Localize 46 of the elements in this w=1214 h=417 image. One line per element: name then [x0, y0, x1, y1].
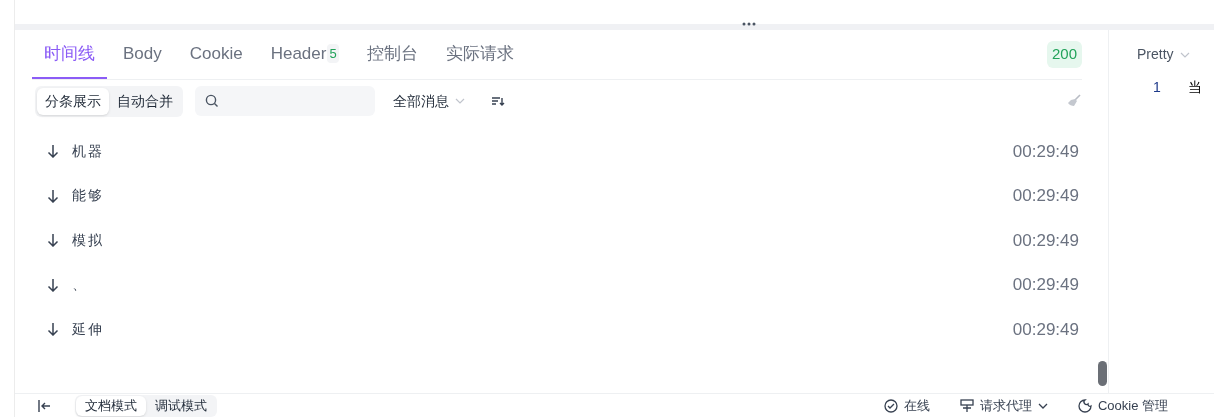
message-time: 00:29:49	[1012, 318, 1079, 341]
message-time: 00:29:49	[1012, 274, 1079, 296]
arrow-down-icon	[47, 188, 59, 203]
resize-handle-icon[interactable]	[742, 22, 756, 26]
mode-tab[interactable]: 文档模式	[76, 395, 146, 416]
cookie-button[interactable]: Cookie 管理	[1077, 395, 1168, 416]
message-time: 00:29:49	[1012, 185, 1079, 207]
tab[interactable]: Body	[111, 30, 174, 79]
message-text: 、	[72, 275, 88, 295]
message-text: 模拟	[72, 230, 104, 250]
tab[interactable]: 实际请求	[433, 30, 526, 79]
chevron-down-icon	[1179, 51, 1190, 58]
online-button[interactable]: 在线	[883, 395, 930, 416]
status-code-badge: 200	[1046, 41, 1082, 68]
line-number: 1	[1153, 78, 1162, 97]
server-icon	[959, 398, 974, 413]
filter-dropdown[interactable]: 全部消息	[393, 90, 465, 112]
check-circle-icon	[883, 398, 898, 413]
search-icon	[205, 94, 219, 108]
mode-tab[interactable]: 自动合并	[109, 87, 181, 115]
code-text: 当	[1188, 78, 1202, 97]
chevron-down-icon	[455, 98, 465, 104]
chevron-down-icon	[1037, 402, 1048, 409]
arrow-down-icon	[47, 277, 59, 292]
message-text: 机器	[72, 141, 104, 161]
arrow-down-icon	[47, 233, 59, 248]
proxy-button[interactable]: 请求代理	[959, 395, 1048, 416]
collapse-sidebar-icon[interactable]	[37, 398, 53, 413]
sort-icon[interactable]	[491, 95, 505, 107]
message-text: 延伸	[72, 319, 104, 339]
tab[interactable]: Header 5	[258, 30, 351, 79]
tab[interactable]: 控制台	[354, 30, 430, 79]
arrow-down-icon	[47, 144, 59, 159]
mode-tab[interactable]: 分条展示	[37, 87, 109, 115]
scrollbar-thumb[interactable]	[1098, 361, 1107, 386]
format-dropdown[interactable]: Pretty	[1137, 44, 1190, 65]
message-time: 00:29:49	[1012, 140, 1079, 163]
cookie-icon	[1077, 398, 1092, 413]
mode-tab[interactable]: 调试模式	[146, 395, 216, 416]
search-field[interactable]	[195, 86, 375, 116]
message-time: 00:29:49	[1012, 229, 1079, 252]
message-text: 能够	[72, 186, 104, 206]
tab[interactable]: 时间线	[32, 30, 107, 79]
count-badge: 5	[327, 43, 339, 64]
tab[interactable]: Cookie	[177, 30, 255, 79]
arrow-down-icon	[47, 322, 59, 337]
